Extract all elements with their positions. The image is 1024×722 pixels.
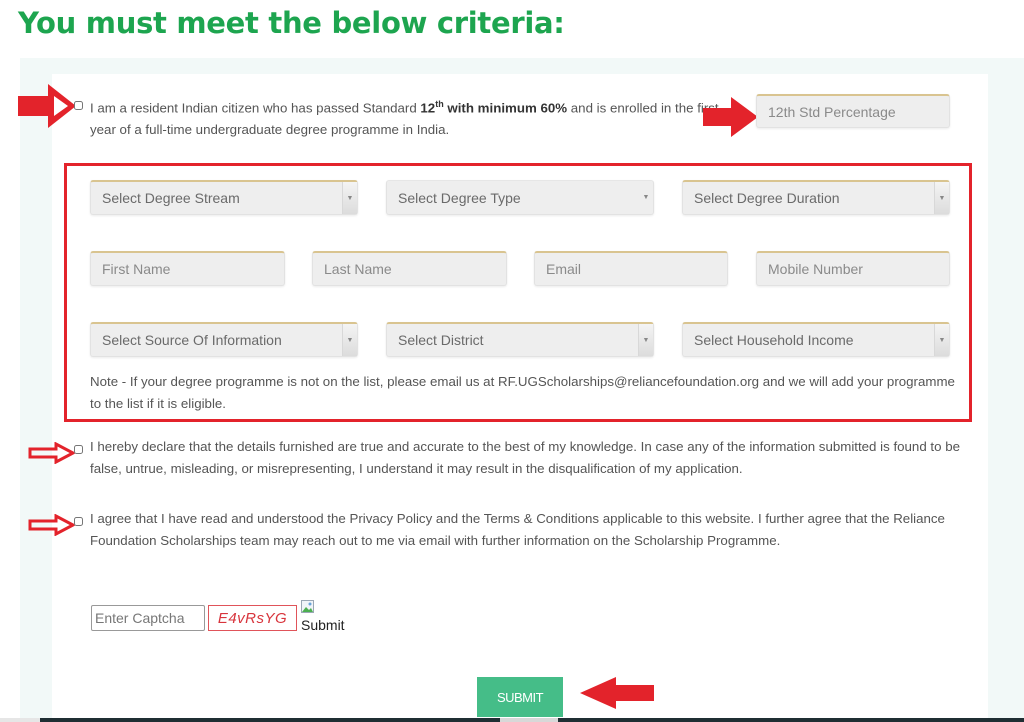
degree-duration-select[interactable]: Select Degree Duration ▼: [682, 180, 950, 215]
degree-stream-value: Select Degree Stream: [102, 190, 240, 206]
submit-button[interactable]: SUBMIT: [477, 677, 563, 717]
eligibility-standard: 12: [420, 100, 436, 116]
degree-duration-value: Select Degree Duration: [694, 190, 840, 206]
eligibility-minimum: with minimum 60%: [443, 100, 568, 116]
annotation-arrow-submit: [580, 677, 654, 709]
chevron-down-icon: ▼: [642, 194, 650, 201]
household-income-select[interactable]: Select Household Income ▼: [682, 322, 950, 357]
page-heading: You must meet the below criteria:: [18, 6, 565, 40]
degree-note: Note - If your degree programme is not o…: [90, 374, 955, 411]
district-select[interactable]: Select District ▼: [386, 322, 654, 357]
mobile-number-input[interactable]: [756, 251, 950, 286]
source-of-information-value: Select Source Of Information: [102, 332, 282, 348]
eligibility-checkbox[interactable]: [74, 101, 83, 110]
annotation-arrow-terms: [28, 514, 76, 536]
percentage-input[interactable]: [756, 94, 950, 128]
scrollbar-track-edge: [0, 718, 40, 722]
horizontal-scrollbar[interactable]: [0, 718, 1024, 722]
degree-stream-select[interactable]: Select Degree Stream ▼: [90, 180, 358, 215]
annotation-arrow-declaration: [28, 442, 76, 464]
source-of-information-select[interactable]: Select Source Of Information ▼: [90, 322, 358, 357]
last-name-input[interactable]: [312, 251, 507, 286]
degree-type-value: Select Degree Type: [398, 189, 521, 206]
terms-text: I agree that I have read and understood …: [90, 511, 945, 548]
degree-type-select[interactable]: Select Degree Type ▼: [386, 180, 654, 215]
scrollbar-thumb[interactable]: [500, 718, 558, 722]
captcha-input[interactable]: [91, 605, 205, 631]
household-income-value: Select Household Income: [694, 332, 854, 348]
chevron-down-icon: ▼: [934, 182, 949, 214]
eligibility-superscript: th: [435, 99, 444, 109]
terms-checkbox[interactable]: [74, 517, 83, 526]
captcha-image-alt: Submit: [301, 617, 345, 633]
chevron-down-icon: ▼: [342, 182, 357, 214]
captcha-code: E4vRsYG: [208, 605, 297, 631]
district-value: Select District: [398, 332, 484, 348]
first-name-input[interactable]: [90, 251, 285, 286]
chevron-down-icon: ▼: [638, 324, 653, 356]
chevron-down-icon: ▼: [342, 324, 357, 356]
annotation-arrow-percentage: [703, 97, 758, 137]
annotation-arrow-eligibility: [18, 84, 76, 128]
chevron-down-icon: ▼: [934, 324, 949, 356]
captcha-refresh-image[interactable]: Submit: [301, 600, 351, 634]
eligibility-text-part: I am a resident Indian citizen who has p…: [90, 100, 421, 116]
email-input[interactable]: [534, 251, 728, 286]
broken-image-icon: [301, 600, 314, 613]
declaration-checkbox[interactable]: [74, 445, 83, 454]
eligibility-text: I am a resident Indian citizen who has p…: [90, 93, 730, 141]
declaration-text: I hereby declare that the details furnis…: [90, 439, 960, 476]
